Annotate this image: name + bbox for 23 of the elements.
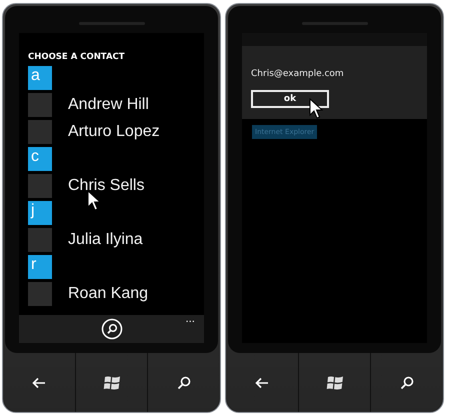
contact-name[interactable]: Andrew Hill (68, 96, 149, 114)
more-button[interactable]: ... (185, 315, 195, 325)
page-title: CHOOSE A CONTACT (28, 52, 126, 62)
search-icon (400, 376, 414, 390)
contact-photo-placeholder (28, 174, 52, 198)
ok-button[interactable]: ok (251, 90, 329, 108)
search-icon (177, 376, 192, 390)
contact-photo-placeholder (28, 228, 52, 252)
windows-logo-icon (102, 374, 120, 390)
contact-name[interactable]: Arturo Lopez (68, 123, 160, 141)
contact-name[interactable]: Julia Ilyina (68, 231, 143, 249)
dialog-message: Chris@example.com (251, 69, 345, 79)
contact-photo-placeholder (28, 120, 52, 144)
pointer-icon (87, 190, 101, 212)
contact-photo-placeholder (28, 93, 52, 117)
contact-name[interactable]: Roan Kang (68, 285, 148, 303)
search-icon[interactable] (100, 318, 122, 340)
windows-logo-icon (326, 374, 344, 390)
back-arrow-icon (32, 376, 46, 388)
contact-photo-placeholder (28, 282, 52, 306)
contact-name[interactable]: Chris Sells (68, 177, 144, 195)
back-arrow-icon (254, 376, 269, 388)
pointer-icon (309, 98, 323, 120)
